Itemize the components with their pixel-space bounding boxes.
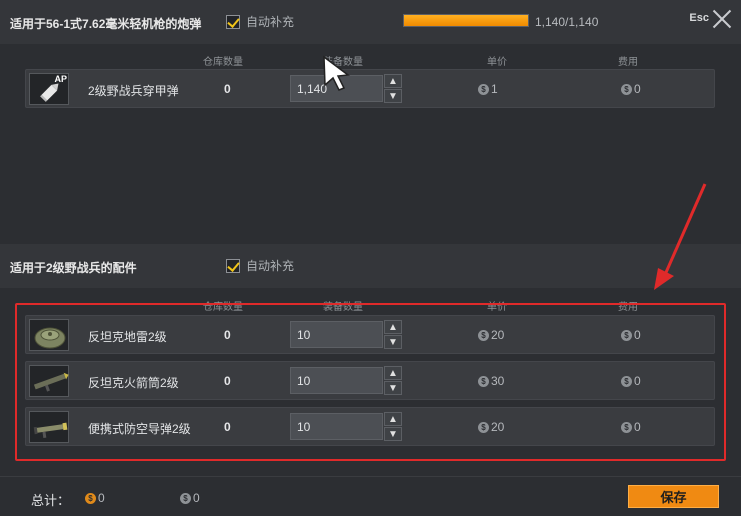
silver-coin-icon: $ <box>478 84 489 96</box>
ammo-cost: $0 <box>621 82 641 96</box>
total-silver-value: 0 <box>193 491 200 505</box>
ammo-cost-value: 0 <box>634 82 641 96</box>
col-cost-header: 费用 <box>618 57 638 68</box>
mouse-cursor-icon <box>323 55 350 91</box>
ammo-row: AP 2级野战兵穿甲弹 0 ▲ ▼ $1 $0 <box>25 69 715 108</box>
total-gold-value: 0 <box>98 491 105 505</box>
ammo-equip-stepper[interactable]: ▲ ▼ <box>384 74 402 103</box>
ammo-name: 2级野战兵穿甲弹 <box>88 84 179 98</box>
ammo-autofill-toggle[interactable]: 自动补充 <box>226 13 294 30</box>
accessory-autofill-checkbox[interactable] <box>226 258 240 273</box>
ammo-section-title: 适用于56-1式7.62毫米轻机枪的炮弹 <box>10 17 202 31</box>
esc-label: Esc <box>689 12 709 24</box>
ammo-autofill-checkbox[interactable] <box>226 14 240 29</box>
ammo-capacity-bar <box>403 14 529 27</box>
save-button[interactable]: 保存 <box>628 485 719 508</box>
accessory-autofill-label: 自动补充 <box>246 259 295 273</box>
silver-coin-icon: $ <box>180 493 191 505</box>
ammo-capacity-fill <box>404 15 528 26</box>
chevron-up-icon[interactable]: ▲ <box>384 74 402 88</box>
highlight-box <box>15 303 726 461</box>
ammo-thumbnail: AP <box>29 73 69 105</box>
total-gold: $0 <box>85 491 105 505</box>
accessory-section-title: 适用于2级野战兵的配件 <box>10 261 137 275</box>
chevron-down-icon[interactable]: ▼ <box>384 89 402 103</box>
col-stock-header: 仓库数量 <box>203 57 243 68</box>
ammo-stock: 0 <box>224 82 231 96</box>
total-silver: $0 <box>180 491 200 505</box>
ammo-section-header: 适用于56-1式7.62毫米轻机枪的炮弹 自动补充 1,140/1,140 Es… <box>0 0 741 44</box>
ammo-capacity-text: 1,140/1,140 <box>535 15 599 29</box>
col-price-header: 单价 <box>487 57 507 68</box>
footer-divider <box>0 476 741 477</box>
ammo-price: $1 <box>478 82 498 96</box>
ap-badge: AP <box>54 74 67 84</box>
total-label: 总计： <box>31 493 71 508</box>
close-button[interactable]: Esc <box>689 7 733 29</box>
silver-coin-icon: $ <box>621 84 632 96</box>
close-icon[interactable] <box>711 7 733 29</box>
ammo-autofill-label: 自动补充 <box>246 15 295 29</box>
ammo-price-value: 1 <box>491 82 498 96</box>
accessory-autofill-toggle[interactable]: 自动补充 <box>226 257 294 274</box>
accessory-section-header: 适用于2级野战兵的配件 自动补充 <box>0 244 741 288</box>
gold-coin-icon: $ <box>85 493 96 505</box>
annotation-arrow-icon <box>654 183 707 290</box>
